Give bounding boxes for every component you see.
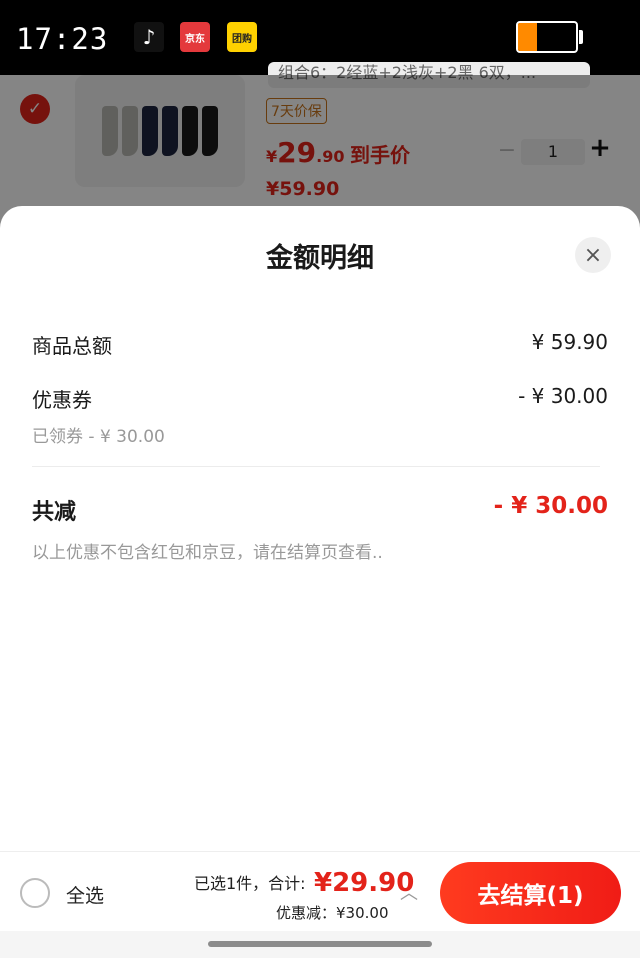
select-all-label[interactable]: 全选 xyxy=(66,881,104,908)
meituan-icon: 团购 xyxy=(227,22,257,52)
coupon-label: 优惠券 xyxy=(32,388,92,412)
chevron-up-icon[interactable]: ︿ xyxy=(400,879,418,905)
battery-icon xyxy=(516,21,578,53)
coupon-value: - ¥ 30.00 xyxy=(518,384,608,408)
amount-detail-sheet: 金额明细 × 商品总额 ¥ 59.90 优惠券 - ¥ 30.00 已领券 - … xyxy=(0,206,640,958)
selected-summary: 已选1件，合计: xyxy=(194,874,306,893)
home-area xyxy=(0,931,640,958)
close-icon[interactable]: × xyxy=(575,237,611,273)
coupon-sub: 已领券 - ¥ 30.00 xyxy=(32,427,165,447)
checkout-button[interactable]: 去结算(1) xyxy=(440,862,621,924)
goods-total-label: 商品总额 xyxy=(32,334,112,358)
discount-summary: 优惠减：¥30.00 xyxy=(276,904,389,922)
total-discount-label: 共减 xyxy=(32,500,77,525)
battery-tip xyxy=(579,30,583,44)
tiktok-icon: ♪ xyxy=(134,22,164,52)
divider xyxy=(32,466,600,467)
select-all-radio[interactable] xyxy=(20,878,50,908)
goods-total-value: ¥ 59.90 xyxy=(531,330,608,354)
bottom-bar: 全选 已选1件，合计: ¥29.90 优惠减：¥30.00 ︿ 去结算(1) xyxy=(0,851,640,931)
discount-note: 以上优惠不包含红包和京豆，请在结算页查看.. xyxy=(32,543,383,563)
sheet-title: 金额明细 xyxy=(266,243,374,274)
total-discount-value: - ¥ 30.00 xyxy=(493,493,608,519)
jd-icon: 京东 xyxy=(180,22,210,52)
status-time: 17:23 xyxy=(16,22,109,56)
home-indicator[interactable] xyxy=(208,941,432,947)
battery-level xyxy=(518,23,537,51)
